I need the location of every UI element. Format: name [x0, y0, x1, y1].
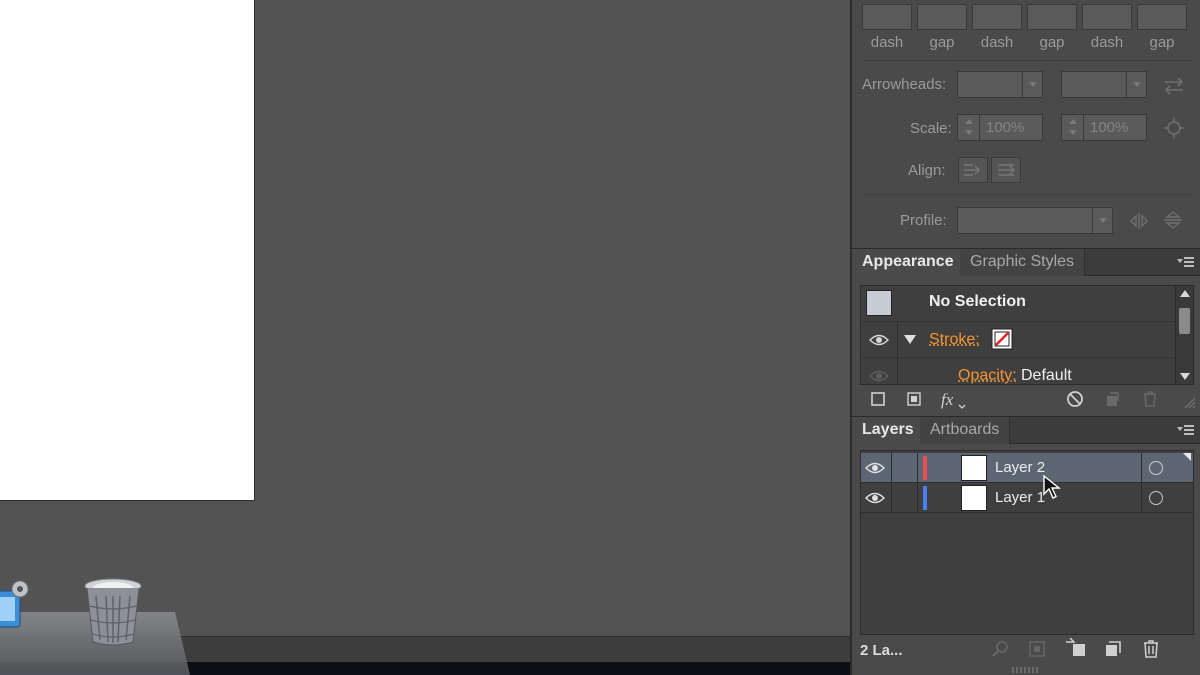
delete-layer-icon[interactable]: [1142, 639, 1160, 659]
scale-label: Scale:: [910, 120, 952, 137]
delete-item-icon: [1144, 391, 1156, 407]
dash-label: dash: [870, 34, 904, 51]
visibility-eye-icon[interactable]: [865, 461, 885, 475]
dash-2-field[interactable]: [972, 4, 1022, 30]
tab-graphic-styles[interactable]: Graphic Styles: [960, 249, 1086, 276]
create-new-layer-icon[interactable]: [1104, 640, 1122, 658]
divider: [862, 60, 1192, 61]
dash-1-field[interactable]: [862, 4, 912, 30]
stroke-none-swatch-icon[interactable]: [991, 328, 1013, 350]
illustrator-window: dash gap dash gap dash gap Arrowheads: S…: [0, 0, 1200, 675]
add-new-stroke-icon[interactable]: [870, 391, 886, 407]
end-scale-stepper[interactable]: 100%: [1061, 114, 1147, 141]
appearance-list: No Selection Stroke: Opacity: Default: [860, 285, 1194, 385]
chevron-down-icon: [1126, 72, 1146, 97]
layer-name[interactable]: Layer 1: [995, 489, 1045, 506]
tab-artboards[interactable]: Artboards: [920, 417, 1011, 444]
chevron-down-icon: [1092, 208, 1112, 233]
appearance-selection-row[interactable]: No Selection: [861, 286, 1175, 322]
scrollbar-thumb[interactable]: [1179, 308, 1190, 334]
locate-object-icon: [992, 641, 1008, 657]
panel-menu-icon[interactable]: [1177, 255, 1194, 269]
profile-label: Profile:: [900, 212, 947, 229]
gap-3-field[interactable]: [1137, 4, 1187, 30]
visibility-eye-icon[interactable]: [865, 491, 885, 505]
mouse-cursor-icon: [1043, 475, 1061, 499]
artboard[interactable]: [0, 0, 255, 501]
stepper-arrows-icon[interactable]: [958, 115, 980, 140]
align-label: Align:: [908, 162, 946, 179]
layer-count: 2 La...: [860, 642, 903, 659]
end-arrowhead-dropdown[interactable]: [1061, 71, 1147, 98]
flip-horizontal-icon[interactable]: [1128, 211, 1150, 231]
scroll-up-icon[interactable]: [1180, 289, 1190, 297]
svg-text:fx: fx: [941, 390, 954, 409]
right-panel-dock: dash gap dash gap dash gap Arrowheads: S…: [850, 0, 1200, 675]
layer-color-indicator: [923, 486, 927, 510]
selection-thumbnail: [866, 290, 892, 316]
gap-1-field[interactable]: [917, 4, 967, 30]
scroll-down-icon[interactable]: [1180, 373, 1190, 381]
selected-art-indicator-icon: [1183, 453, 1191, 461]
arrowheads-label: Arrowheads:: [862, 76, 947, 93]
resize-grip-icon[interactable]: [1184, 397, 1196, 409]
align-arrow-end-button[interactable]: [991, 157, 1021, 183]
appearance-scrollbar[interactable]: [1175, 286, 1193, 384]
layer-thumbnail: [961, 485, 987, 511]
tab-layers[interactable]: Layers: [852, 417, 924, 444]
tab-appearance[interactable]: Appearance: [852, 249, 964, 276]
layer-target-icon[interactable]: [1149, 461, 1163, 475]
gap-label: gap: [1149, 34, 1175, 51]
panel-menu-icon[interactable]: [1177, 423, 1194, 437]
clear-appearance-icon[interactable]: [1066, 390, 1084, 408]
dash-label: dash: [1090, 34, 1124, 51]
align-end-icon: [998, 164, 1016, 176]
gap-label: gap: [929, 34, 955, 51]
divider: [862, 194, 1192, 195]
trash-icon[interactable]: [82, 576, 144, 648]
link-scale-icon[interactable]: [1162, 116, 1186, 140]
start-scale-value: 100%: [986, 119, 1025, 136]
layer-target-icon[interactable]: [1149, 491, 1163, 505]
end-scale-value: 100%: [1090, 119, 1129, 136]
layer-row-layer-1[interactable]: Layer 1: [861, 483, 1193, 513]
no-selection-label: No Selection: [929, 293, 1026, 310]
start-scale-stepper[interactable]: 100%: [957, 114, 1043, 141]
opacity-value: Default: [1021, 367, 1072, 384]
align-arrow-tip-button[interactable]: [958, 157, 988, 183]
chevron-down-icon: [1022, 72, 1042, 97]
panel-resize-handle[interactable]: [1012, 667, 1040, 673]
gap-label: gap: [1039, 34, 1065, 51]
create-sublayer-icon[interactable]: [1064, 638, 1088, 658]
appearance-opacity-row[interactable]: Opacity: Default: [861, 358, 1175, 384]
layer-color-indicator: [923, 456, 927, 480]
layers-list: Layer 2 Layer 1: [860, 450, 1194, 635]
make-clipping-mask-icon: [1029, 641, 1045, 657]
preview-app-dock-icon[interactable]: [0, 577, 30, 637]
stepper-arrows-icon[interactable]: [1062, 115, 1084, 140]
opacity-link[interactable]: Opacity:: [958, 367, 1017, 384]
add-new-fill-icon[interactable]: [906, 391, 922, 407]
stroke-link[interactable]: Stroke:: [929, 331, 980, 349]
dash-label: dash: [980, 34, 1014, 51]
layers-tab-bar: Layers Artboards: [852, 416, 1200, 444]
visibility-eye-icon[interactable]: [869, 369, 889, 383]
appearance-tab-bar: Appearance Graphic Styles: [852, 248, 1200, 276]
layer-name[interactable]: Layer 2: [995, 459, 1045, 476]
layer-thumbnail: [961, 455, 987, 481]
appearance-stroke-row[interactable]: Stroke:: [861, 322, 1175, 358]
disclosure-triangle-icon[interactable]: [904, 335, 916, 345]
gap-2-field[interactable]: [1027, 4, 1077, 30]
visibility-eye-icon[interactable]: [869, 333, 889, 347]
align-tip-icon: [964, 164, 981, 176]
start-arrowhead-dropdown[interactable]: [957, 71, 1043, 98]
duplicate-item-icon: [1107, 392, 1119, 406]
flip-vertical-icon[interactable]: [1162, 209, 1184, 231]
swap-arrowheads-icon[interactable]: [1162, 76, 1186, 96]
add-new-effect-icon[interactable]: fx: [940, 389, 968, 411]
profile-dropdown[interactable]: [957, 207, 1113, 234]
dash-3-field[interactable]: [1082, 4, 1132, 30]
layer-row-layer-2[interactable]: Layer 2: [861, 453, 1193, 483]
